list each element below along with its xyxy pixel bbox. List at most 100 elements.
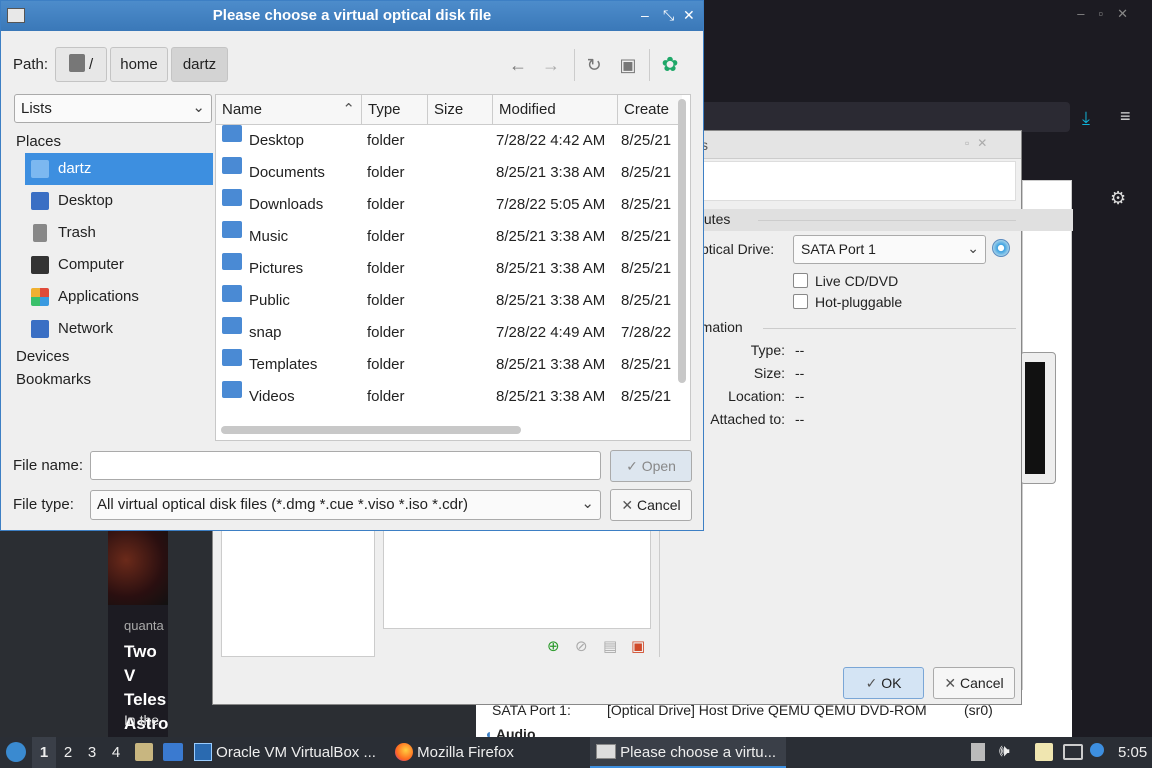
dialog-icon xyxy=(596,744,616,759)
places-heading: Places xyxy=(16,133,62,150)
column-type[interactable]: Type xyxy=(362,95,428,125)
workspace-3[interactable]: 3 xyxy=(80,737,104,768)
horizontal-scrollbar[interactable] xyxy=(221,426,521,434)
optical-drive-label: ptical Drive: xyxy=(701,241,775,257)
live-cd-checkbox[interactable] xyxy=(793,273,808,288)
forward-arrow-icon[interactable]: → xyxy=(541,55,561,75)
column-modified[interactable]: Modified xyxy=(493,95,618,125)
column-type-label: Type xyxy=(368,101,401,118)
workspace-4[interactable]: 4 xyxy=(104,737,128,768)
close-icon: ✕ xyxy=(944,675,957,691)
vertical-scrollbar[interactable] xyxy=(678,99,686,383)
folder-icon xyxy=(222,285,242,302)
file-type-select[interactable]: All virtual optical disk files (*.dmg *.… xyxy=(90,490,601,520)
open-button[interactable]: ✓ Open xyxy=(610,450,692,482)
path-root-button[interactable]: / xyxy=(55,47,107,82)
add-controller-icon[interactable]: ⊕ xyxy=(547,637,560,655)
file-row[interactable]: Pictures folder 8/25/21 3:38 AM 8/25/21 xyxy=(216,253,676,285)
vbox-window-controls[interactable]: ▫✕ xyxy=(965,136,995,150)
volume-icon[interactable]: 🕪 xyxy=(999,741,1010,761)
sidebar-item-computer[interactable]: Computer xyxy=(25,249,213,281)
settings-cancel-button[interactable]: ✕ Cancel xyxy=(933,667,1015,699)
path-home-button[interactable]: home xyxy=(110,47,168,82)
file-name: Public xyxy=(249,292,290,309)
battery-icon[interactable] xyxy=(971,743,985,761)
sidebar-item-label: Network xyxy=(58,320,114,337)
file-list[interactable]: Name ⌃ Type Size Modified Create Desktop f… xyxy=(215,94,691,441)
news-source: quanta xyxy=(124,618,164,633)
sidebar-item-trash[interactable]: Trash xyxy=(25,217,213,249)
file-row[interactable]: Templates folder 8/25/21 3:38 AM 8/25/21 xyxy=(216,349,676,381)
sidebar-item-dartz[interactable]: dartz xyxy=(25,153,213,185)
sidebar-item-label: dartz xyxy=(58,160,92,177)
menu-icon[interactable]: ≡ xyxy=(1120,106,1131,127)
close-icon[interactable]: ✕ xyxy=(683,7,695,24)
file-row[interactable]: Videos folder 8/25/21 3:38 AM 8/25/21 xyxy=(216,381,676,413)
remove-attachment-icon[interactable]: ▣ xyxy=(631,637,645,655)
download-icon[interactable]: ⤓ xyxy=(1082,108,1090,129)
bookmarks-heading[interactable]: Bookmarks xyxy=(16,371,91,388)
file-name: Pictures xyxy=(249,260,304,277)
optical-drive-select[interactable]: SATA Port 1 ⌄ xyxy=(793,235,986,264)
column-created[interactable]: Create xyxy=(618,95,682,125)
storage-devices-tree[interactable] xyxy=(383,529,651,629)
sidebar-item-label: Trash xyxy=(58,224,96,241)
workspace-2[interactable]: 2 xyxy=(56,737,80,768)
start-menu-icon[interactable] xyxy=(6,742,26,762)
file-modified: 8/25/21 3:38 AM xyxy=(496,356,606,373)
devices-heading[interactable]: Devices xyxy=(16,348,69,365)
back-arrow-icon[interactable]: ← xyxy=(508,55,528,75)
show-desktop-icon[interactable] xyxy=(163,743,183,761)
minimize-icon[interactable]: – xyxy=(641,7,649,23)
folder-icon xyxy=(222,317,242,334)
path-dartz-button[interactable]: dartz xyxy=(171,47,228,82)
file-row[interactable]: Public folder 8/25/21 3:38 AM 8/25/21 xyxy=(216,285,676,317)
file-modified: 7/28/22 4:42 AM xyxy=(496,132,606,149)
clipboard-icon[interactable] xyxy=(1035,743,1053,761)
file-row[interactable]: Music folder 8/25/21 3:38 AM 8/25/21 xyxy=(216,221,676,253)
file-name: Desktop xyxy=(249,132,305,149)
sidebar-item-network[interactable]: Network xyxy=(25,313,213,345)
info-attached-value: -- xyxy=(795,411,805,427)
firefox-window-controls[interactable]: –▫✕ xyxy=(1077,6,1142,22)
choose-disk-icon[interactable] xyxy=(992,239,1010,257)
task-virtualbox[interactable]: Oracle VM VirtualBox ... xyxy=(194,737,388,768)
cancel-button[interactable]: ✕ Cancel xyxy=(610,489,692,521)
file-row[interactable]: Desktop folder 7/28/22 4:42 AM 8/25/21 xyxy=(216,125,676,157)
refresh-icon[interactable]: ↻ xyxy=(584,55,604,75)
network-tray-icon[interactable] xyxy=(1063,744,1083,760)
news-image xyxy=(108,530,168,605)
info-type-value: -- xyxy=(795,342,805,358)
task-file-dialog[interactable]: Please choose a virtu... xyxy=(590,737,786,768)
maximize-icon[interactable]: ⤡ xyxy=(663,7,674,24)
ok-button[interactable]: ✓ OK xyxy=(843,667,924,699)
hot-pluggable-checkbox[interactable] xyxy=(793,294,808,309)
file-name-input[interactable] xyxy=(90,451,601,480)
column-name[interactable]: Name ⌃ xyxy=(216,95,362,125)
folder-icon xyxy=(222,381,242,398)
folder-icon xyxy=(222,221,242,238)
desktop-icon xyxy=(31,192,49,210)
notification-icon[interactable] xyxy=(1090,743,1104,757)
new-folder-icon[interactable]: ▣ xyxy=(618,55,638,75)
file-manager-icon[interactable] xyxy=(135,743,153,761)
firefox-urlbar[interactable] xyxy=(700,102,1070,132)
file-name: Templates xyxy=(249,356,318,373)
column-size[interactable]: Size xyxy=(428,95,493,125)
settings-category-list[interactable] xyxy=(221,529,375,657)
path-label: Path: xyxy=(13,56,49,73)
settings-gear-icon[interactable]: ⚙ xyxy=(1110,188,1126,209)
file-created: 8/25/21 xyxy=(621,196,672,213)
clock[interactable]: 5:05 xyxy=(1118,737,1147,768)
view-mode-select[interactable]: Lists ⌄ xyxy=(14,94,212,123)
task-firefox[interactable]: Mozilla Firefox xyxy=(395,737,585,768)
add-attachment-icon[interactable]: ▤ xyxy=(603,637,617,655)
workspace-1[interactable]: 1 xyxy=(32,737,56,768)
sidebar-item-applications[interactable]: Applications xyxy=(25,281,213,313)
file-row[interactable]: Documents folder 8/25/21 3:38 AM 8/25/21 xyxy=(216,157,676,189)
settings-icon[interactable]: ✿ xyxy=(660,55,680,75)
sidebar-item-desktop[interactable]: Desktop xyxy=(25,185,213,217)
file-row[interactable]: Downloads folder 7/28/22 5:05 AM 8/25/21 xyxy=(216,189,676,221)
remove-controller-icon[interactable]: ⊘ xyxy=(575,637,588,655)
file-row[interactable]: snap folder 7/28/22 4:49 AM 7/28/22 xyxy=(216,317,676,349)
